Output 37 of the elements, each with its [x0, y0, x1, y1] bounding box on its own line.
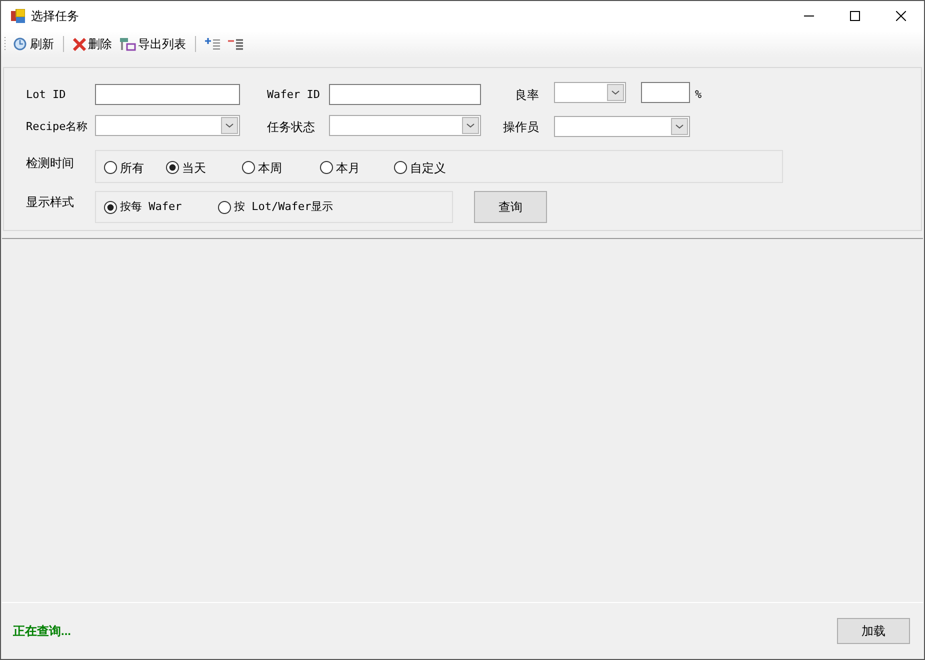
radio-option[interactable]: 当天	[166, 158, 206, 176]
maximize-icon[interactable]	[850, 11, 860, 21]
field-label: Wafer ID	[267, 87, 320, 103]
dropdown-field[interactable]	[554, 82, 626, 103]
field-label: 良率	[515, 87, 539, 104]
field-label: %	[695, 87, 702, 103]
field-label: Lot ID	[26, 87, 66, 103]
radio-option[interactable]: 本周	[242, 158, 282, 176]
field-label: 操作员	[503, 119, 539, 136]
status-text: 正在查询...	[13, 623, 72, 640]
expand-list-icon	[205, 38, 220, 50]
dropdown-field[interactable]	[329, 115, 481, 136]
dropdown-field[interactable]	[554, 116, 690, 137]
text-field[interactable]	[329, 84, 481, 105]
radio-option[interactable]: 所有	[104, 158, 144, 176]
radio-option[interactable]: 按每 Wafer	[104, 199, 182, 216]
field-label: 检测时间	[26, 155, 74, 172]
field-label: Recipe名称	[26, 119, 88, 135]
field-label: 显示样式	[26, 194, 74, 211]
delete-icon	[73, 38, 86, 50]
delete-button[interactable]: 删除	[71, 33, 114, 55]
app-icon	[11, 9, 25, 23]
radio-option[interactable]: 按 Lot/Wafer显示	[218, 199, 334, 216]
window-title: 选择任务	[31, 8, 79, 25]
refresh-button[interactable]: 刷新	[10, 33, 56, 55]
export-icon	[120, 37, 136, 51]
text-field[interactable]	[95, 84, 240, 105]
export-button[interactable]: 导出列表	[118, 33, 188, 55]
load-button[interactable]: 加载	[837, 618, 910, 644]
field-label: 任务状态	[267, 119, 315, 136]
collapse-list-icon	[228, 38, 243, 50]
text-field[interactable]	[641, 82, 690, 103]
dropdown-field[interactable]	[95, 115, 240, 136]
radio-option[interactable]: 自定义	[394, 158, 446, 176]
radio-option[interactable]: 本月	[320, 158, 360, 176]
close-icon[interactable]	[896, 11, 906, 21]
query-button[interactable]: 查询	[474, 191, 547, 223]
